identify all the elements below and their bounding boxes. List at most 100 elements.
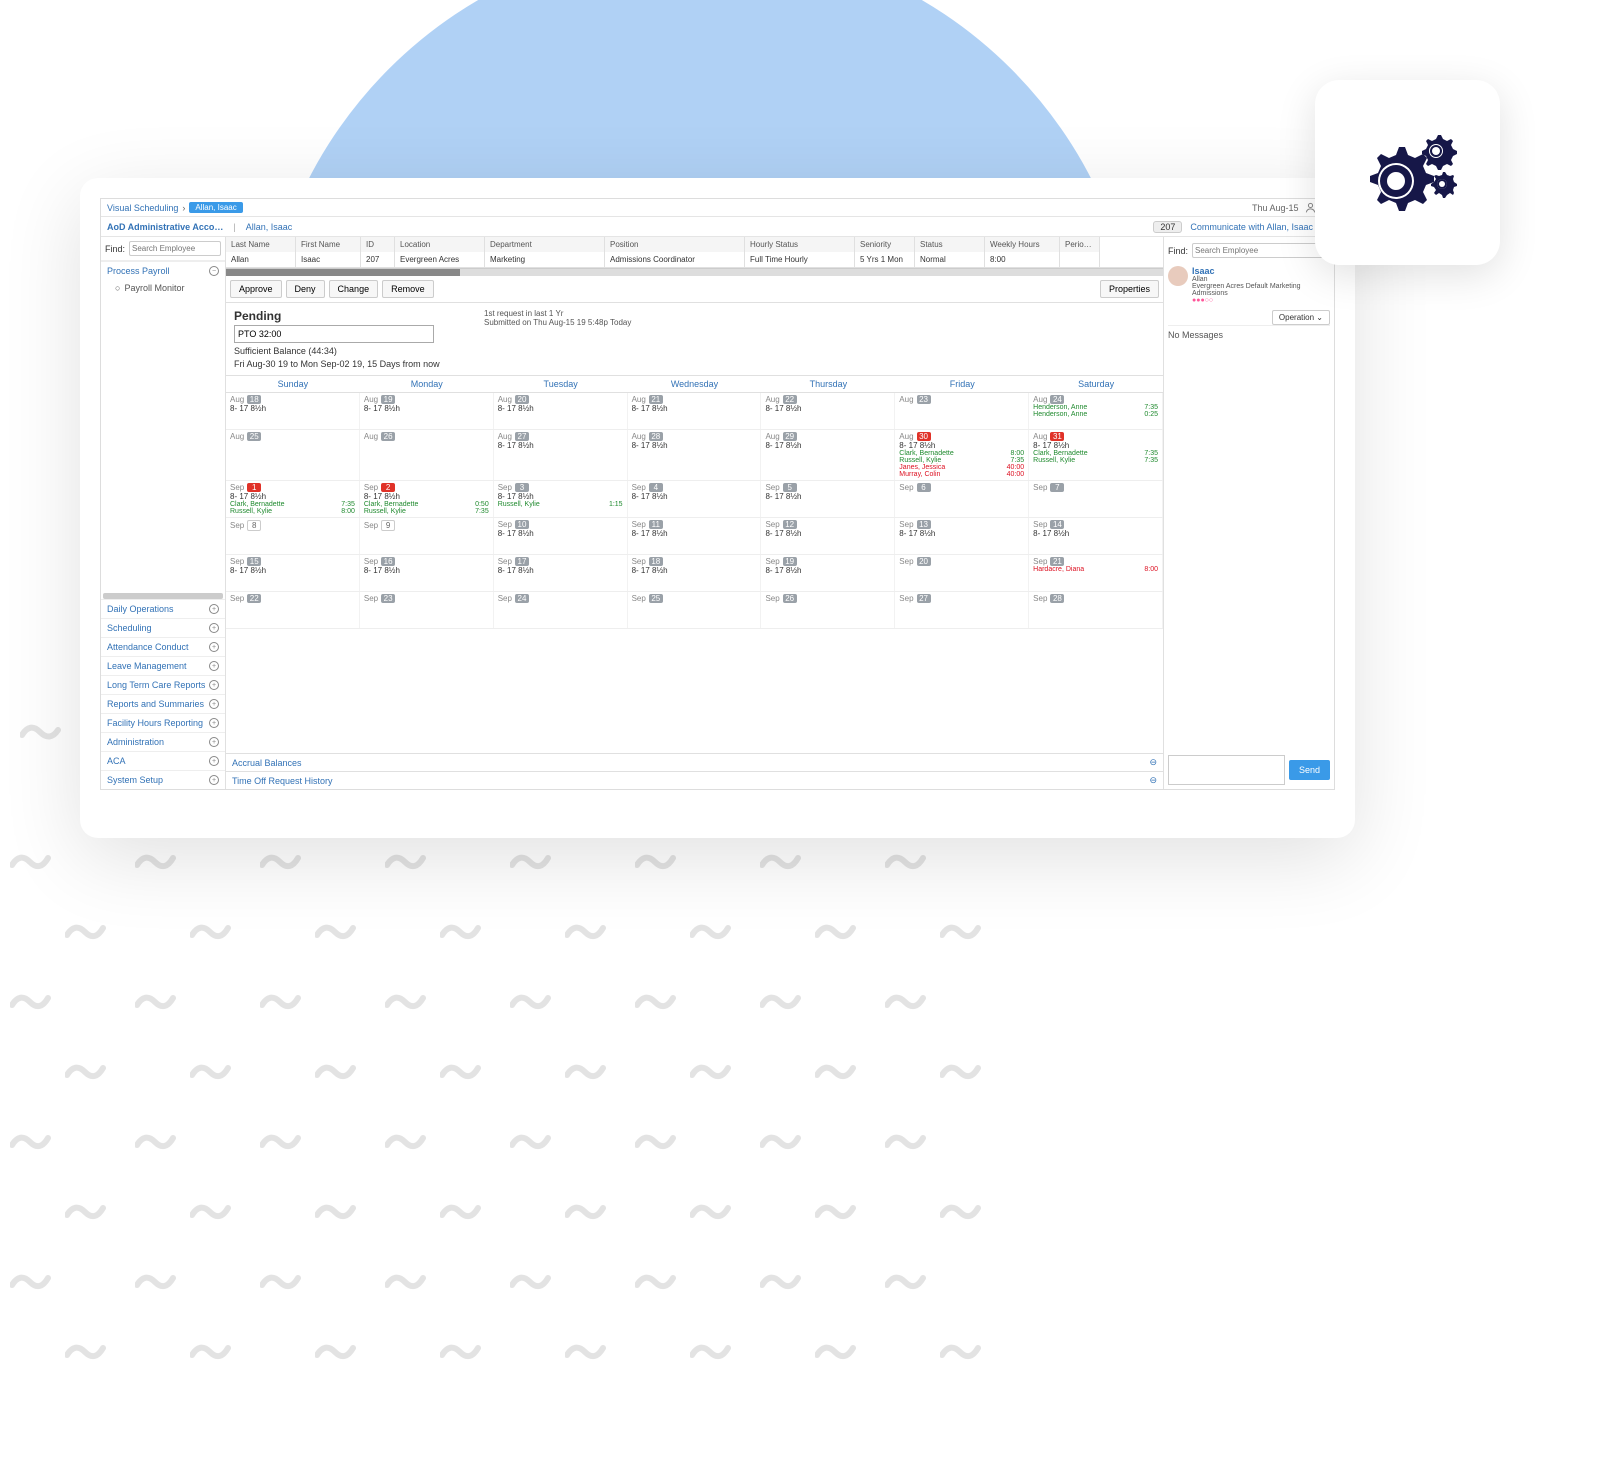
calendar-cell[interactable]: Sep158- 17 8½h <box>226 555 360 591</box>
col-header[interactable]: Position <box>605 237 745 252</box>
calendar-cell[interactable]: Sep28 <box>1029 592 1163 628</box>
calendar-cell[interactable]: Aug288- 17 8½h <box>628 430 762 480</box>
operation-dropdown[interactable]: Operation ⌄ <box>1272 310 1330 325</box>
col-header[interactable]: First Name <box>296 237 361 252</box>
assignment[interactable]: Henderson, Anne0:25 <box>1033 411 1158 418</box>
user-icon[interactable] <box>1305 202 1316 213</box>
calendar-cell[interactable]: Aug318- 17 8½hClark, Bernadette7:35Russe… <box>1029 430 1163 480</box>
employee-card[interactable]: Isaac Allan Evergreen Acres Default Mark… <box>1168 266 1330 304</box>
calendar-cell[interactable]: Sep25 <box>628 592 762 628</box>
calendar-cell[interactable]: Sep38- 17 8½hRussell, Kylie1:15 <box>494 481 628 517</box>
col-header[interactable]: Status <box>915 237 985 252</box>
calendar-cell[interactable]: Sep8 <box>226 518 360 554</box>
sidebar-item[interactable]: Long Term Care Reports+ <box>101 675 225 694</box>
sidebar-item[interactable]: Reports and Summaries+ <box>101 694 225 713</box>
sidebar-item[interactable]: Leave Management+ <box>101 656 225 675</box>
calendar-cell[interactable]: Sep26 <box>761 592 895 628</box>
sidebar-item[interactable]: ACA+ <box>101 751 225 770</box>
account-label[interactable]: AoD Administrative Acco… <box>107 222 223 232</box>
assignment[interactable]: Russell, Kylie1:15 <box>498 501 623 508</box>
calendar-cell[interactable]: Sep168- 17 8½h <box>360 555 494 591</box>
col-header[interactable]: Hourly Status <box>745 237 855 252</box>
communicate-link[interactable]: Communicate with Allan, Isaac <box>1190 222 1313 232</box>
breadcrumb-current[interactable]: Allan, Isaac <box>189 202 242 213</box>
assignment[interactable]: Hardacre, Diana8:00 <box>1033 566 1158 573</box>
calendar-cell[interactable]: Aug228- 17 8½h <box>761 393 895 429</box>
sidebar-item[interactable]: Facility Hours Reporting+ <box>101 713 225 732</box>
calendar-cell[interactable]: Sep28- 17 8½hClark, Bernadette0:50Russel… <box>360 481 494 517</box>
calendar-cell[interactable]: Sep48- 17 8½h <box>628 481 762 517</box>
calendar-cell[interactable]: Aug208- 17 8½h <box>494 393 628 429</box>
calendar-cell[interactable]: Sep21Hardacre, Diana8:00 <box>1029 555 1163 591</box>
employee-name[interactable]: Allan, Isaac <box>246 222 293 232</box>
col-header[interactable]: ID <box>361 237 395 252</box>
sidebar-item[interactable]: System Setup+ <box>101 770 225 789</box>
assignment[interactable]: Russell, Kylie8:00 <box>230 508 355 515</box>
calendar-cell[interactable]: Aug188- 17 8½h <box>226 393 360 429</box>
assignment[interactable]: Russell, Kylie7:35 <box>1033 457 1158 464</box>
calendar-cell[interactable]: Sep18- 17 8½hClark, Bernadette7:35Russel… <box>226 481 360 517</box>
sidebar-subitem[interactable]: ○Payroll Monitor <box>101 280 225 296</box>
hscroll[interactable] <box>226 268 1163 276</box>
sidebar-item[interactable]: Administration+ <box>101 732 225 751</box>
calendar-body[interactable]: Aug188- 17 8½hAug198- 17 8½hAug208- 17 8… <box>226 393 1163 753</box>
approve-button[interactable]: Approve <box>230 280 282 298</box>
pto-input[interactable] <box>234 325 434 343</box>
col-header[interactable]: Location <box>395 237 485 252</box>
sidebar-item[interactable]: Scheduling+ <box>101 618 225 637</box>
search-input-right[interactable] <box>1192 243 1330 258</box>
calendar-cell[interactable]: Aug26 <box>360 430 494 480</box>
message-input[interactable] <box>1168 755 1285 785</box>
assignment[interactable]: Clark, Bernadette8:00 <box>899 450 1024 457</box>
col-header[interactable]: Weekly Hours <box>985 237 1060 252</box>
calendar-cell[interactable]: Sep6 <box>895 481 1029 517</box>
deny-button[interactable]: Deny <box>286 280 325 298</box>
calendar-cell[interactable]: Sep27 <box>895 592 1029 628</box>
search-input[interactable] <box>129 241 221 256</box>
col-header[interactable]: Seniority <box>855 237 915 252</box>
change-button[interactable]: Change <box>329 280 379 298</box>
history-section[interactable]: Time Off Request History ⊖ <box>226 771 1163 789</box>
remove-button[interactable]: Remove <box>382 280 434 298</box>
calendar-cell[interactable]: Sep58- 17 8½h <box>761 481 895 517</box>
calendar-cell[interactable]: Aug24Henderson, Anne7:35Henderson, Anne0… <box>1029 393 1163 429</box>
col-header[interactable]: Last Name <box>226 237 296 252</box>
calendar-cell[interactable]: Aug25 <box>226 430 360 480</box>
assignment[interactable]: Russell, Kylie7:35 <box>364 508 489 515</box>
assignment[interactable]: Janes, Jessica40:00 <box>899 464 1024 471</box>
calendar-cell[interactable]: Aug23 <box>895 393 1029 429</box>
col-header[interactable]: Department <box>485 237 605 252</box>
assignment[interactable]: Russell, Kylie7:35 <box>899 457 1024 464</box>
properties-button[interactable]: Properties <box>1100 280 1159 298</box>
calendar-cell[interactable]: Sep198- 17 8½h <box>761 555 895 591</box>
calendar-cell[interactable]: Sep22 <box>226 592 360 628</box>
calendar-cell[interactable]: Sep128- 17 8½h <box>761 518 895 554</box>
assignment[interactable]: Clark, Bernadette7:35 <box>230 501 355 508</box>
col-header[interactable]: Perio… <box>1060 237 1100 252</box>
calendar-cell[interactable]: Sep9 <box>360 518 494 554</box>
breadcrumb-root[interactable]: Visual Scheduling <box>107 203 178 213</box>
calendar-cell[interactable]: Aug218- 17 8½h <box>628 393 762 429</box>
calendar-cell[interactable]: Sep108- 17 8½h <box>494 518 628 554</box>
calendar-cell[interactable]: Sep138- 17 8½h <box>895 518 1029 554</box>
assignment[interactable]: Clark, Bernadette7:35 <box>1033 450 1158 457</box>
calendar-cell[interactable]: Sep7 <box>1029 481 1163 517</box>
assignment[interactable]: Murray, Colin40:00 <box>899 471 1024 478</box>
accrual-section[interactable]: Accrual Balances ⊖ <box>226 753 1163 771</box>
send-button[interactable]: Send <box>1289 760 1330 780</box>
assignment[interactable]: Henderson, Anne7:35 <box>1033 404 1158 411</box>
sidebar-item[interactable]: Attendance Conduct+ <box>101 637 225 656</box>
calendar-cell[interactable]: Sep188- 17 8½h <box>628 555 762 591</box>
sidebar-item[interactable]: Daily Operations+ <box>101 599 225 618</box>
calendar-cell[interactable]: Sep178- 17 8½h <box>494 555 628 591</box>
calendar-cell[interactable]: Sep148- 17 8½h <box>1029 518 1163 554</box>
calendar-cell[interactable]: Sep118- 17 8½h <box>628 518 762 554</box>
calendar-cell[interactable]: Aug298- 17 8½h <box>761 430 895 480</box>
sidebar-item[interactable]: Process Payroll− <box>101 261 225 280</box>
calendar-cell[interactable]: Sep20 <box>895 555 1029 591</box>
calendar-cell[interactable]: Aug278- 17 8½h <box>494 430 628 480</box>
calendar-cell[interactable]: Sep23 <box>360 592 494 628</box>
assignment[interactable]: Clark, Bernadette0:50 <box>364 501 489 508</box>
calendar-cell[interactable]: Aug308- 17 8½hClark, Bernadette8:00Russe… <box>895 430 1029 480</box>
calendar-cell[interactable]: Sep24 <box>494 592 628 628</box>
